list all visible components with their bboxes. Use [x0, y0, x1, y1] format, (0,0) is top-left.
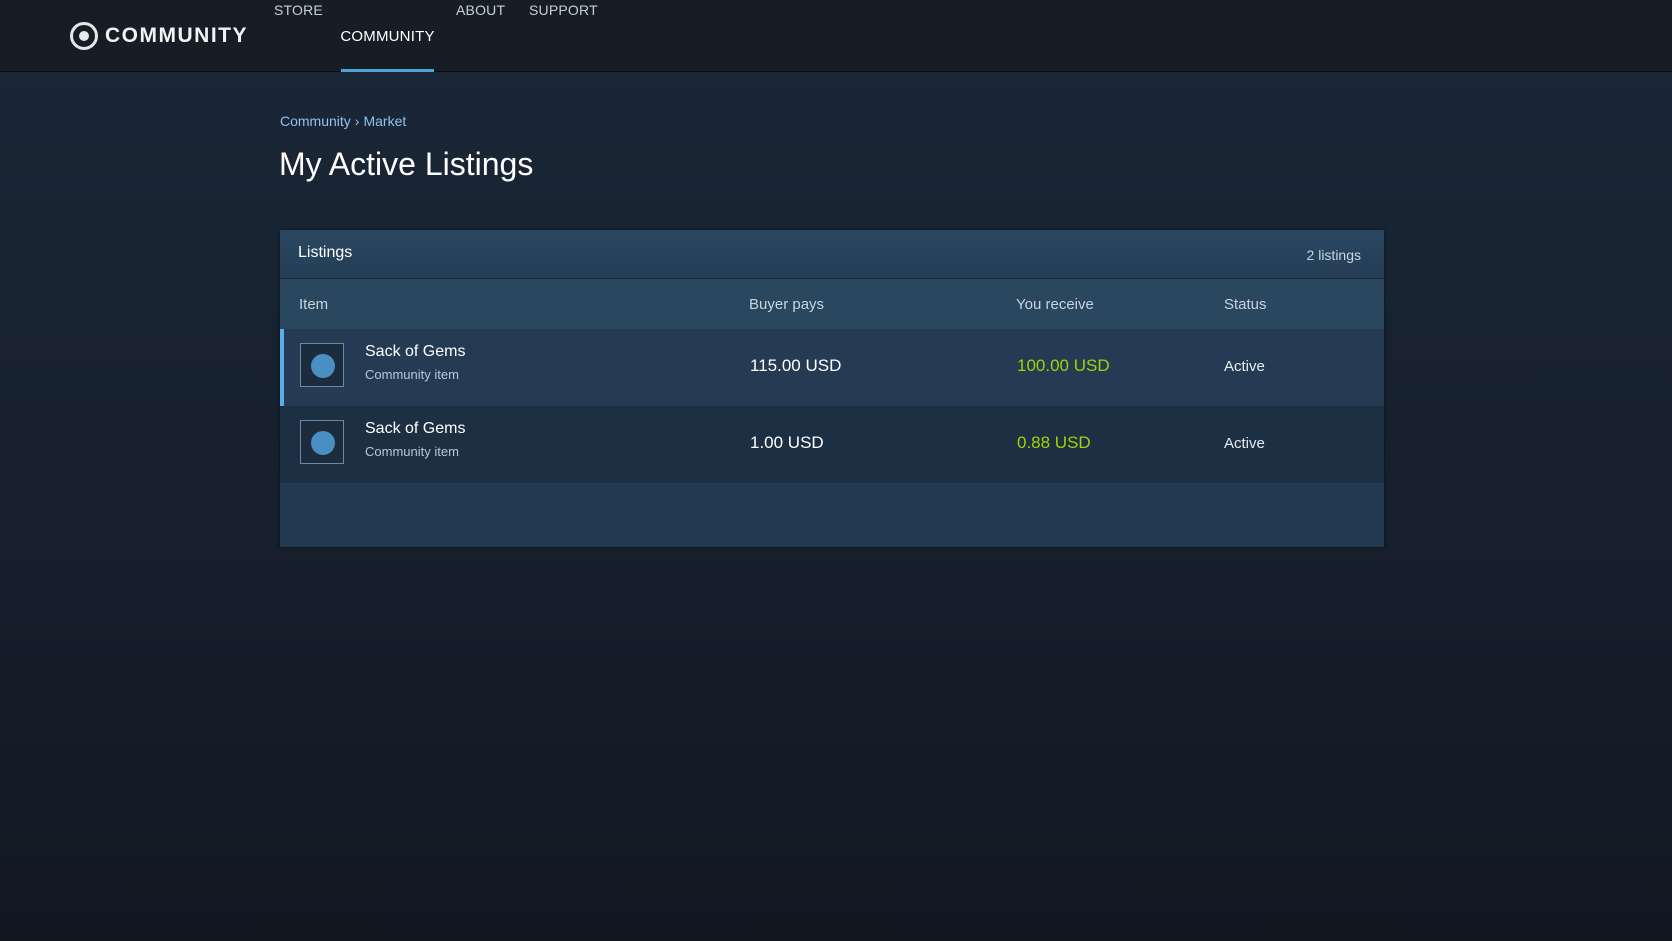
site-logo[interactable]: COMMUNITY [70, 21, 248, 51]
column-header-status: Status [1224, 296, 1267, 313]
column-header-item: Item [299, 296, 329, 313]
listings-panel-footer [280, 483, 1384, 547]
logo-icon [70, 22, 98, 50]
listings-panel-header: Listings 2 listings [280, 230, 1384, 279]
item-type: Community item [365, 444, 459, 459]
item-thumbnail[interactable] [300, 420, 344, 464]
buyer-pays-value: 115.00 USD [750, 356, 842, 375]
column-header-buyer-pays: Buyer pays [749, 296, 825, 313]
page: COMMUNITY STORE COMMUNITY ABOUT SUPPORT … [0, 0, 1672, 941]
nav-about-link[interactable]: ABOUT [456, 2, 505, 18]
breadcrumb-community-link[interactable]: Community [280, 113, 351, 129]
top-navigation-bar: COMMUNITY STORE COMMUNITY ABOUT SUPPORT [0, 0, 1672, 72]
breadcrumb-separator: › [354, 113, 360, 129]
gem-icon [311, 431, 335, 455]
breadcrumb-market-link[interactable]: Market [363, 113, 406, 129]
you-receive-value: 0.88 USD [1017, 433, 1091, 452]
nav-support-link[interactable]: SUPPORT [529, 2, 598, 18]
nav-store-link[interactable]: STORE [274, 2, 323, 18]
listing-row[interactable]: Sack of Gems Community item 1.00 USD 0.8… [280, 406, 1384, 483]
status-value: Active [1224, 435, 1265, 452]
listings-count: 2 listings [1306, 247, 1361, 263]
item-name[interactable]: Sack of Gems [365, 343, 465, 361]
status-value: Active [1224, 358, 1265, 375]
item-name[interactable]: Sack of Gems [365, 420, 465, 438]
gem-icon [311, 354, 335, 378]
breadcrumb: Community › Market [280, 113, 406, 129]
page-title: My Active Listings [279, 146, 534, 182]
logo-text: COMMUNITY [105, 24, 248, 47]
listing-row[interactable]: Sack of Gems Community item 115.00 USD 1… [280, 329, 1384, 406]
buyer-pays-value: 1.00 USD [750, 433, 824, 452]
item-type: Community item [365, 367, 459, 382]
listings-panel: Listings 2 listings Item Buyer pays You … [280, 230, 1384, 547]
you-receive-value: 100.00 USD [1017, 356, 1110, 375]
table-header-row: Item Buyer pays You receive Status [280, 279, 1384, 329]
item-thumbnail[interactable] [300, 343, 344, 387]
column-header-you-receive: You receive [1016, 296, 1094, 313]
nav-community-tab[interactable]: COMMUNITY [340, 0, 434, 72]
listings-panel-title: Listings [298, 244, 353, 261]
